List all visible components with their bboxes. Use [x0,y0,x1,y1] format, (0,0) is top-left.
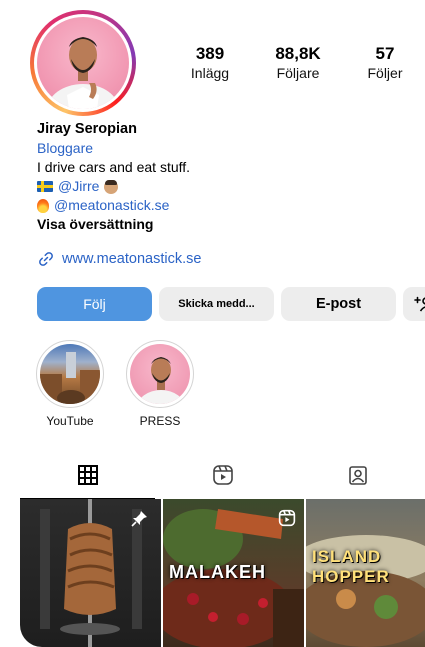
website-link[interactable]: www.meatonastick.se [37,250,201,268]
post-title: MALAKEH [169,562,266,582]
tab-tagged[interactable] [290,455,425,495]
pin-icon [131,511,147,527]
highlight-youtube-image [40,344,100,404]
tab-reels[interactable] [155,455,290,495]
profile-avatar-ring[interactable] [30,10,136,116]
posts-stat[interactable]: 389 Inlägg [170,44,250,82]
profile-header: 389 Inlägg 88,8K Följare 57 Följer [0,0,425,120]
followers-count: 88,8K [275,44,321,63]
reel-indicator-icon [278,509,296,527]
followers-label: Följare [276,65,320,81]
highlight-youtube[interactable]: YouTube [35,340,105,428]
memoji-icon [104,179,119,194]
tab-posts-grid[interactable] [20,455,155,495]
bio-jirre-row: @Jirre [37,177,417,196]
message-button[interactable]: Skicka medd... [159,287,274,321]
profile-tabs [20,455,425,499]
followers-stat[interactable]: 88,8K Följare [258,44,338,82]
highlight-press-label: PRESS [139,414,181,428]
reels-icon [212,465,233,485]
fire-icon [37,198,49,213]
mention-jirre[interactable]: @Jirre [58,177,99,196]
profile-stats: 389 Inlägg 88,8K Följare 57 Följer [170,44,425,94]
website-text: www.meatonastick.se [62,251,202,267]
post-tile[interactable]: ISLAND HOPPER [306,499,425,647]
grid-icon [77,465,98,485]
following-label: Följer [367,65,403,81]
story-highlights: YouTube PRESS [35,340,195,428]
bio-text: I drive cars and eat stuff. [37,159,191,175]
person-avatar-image [47,37,119,109]
profile-name: Jiray Seropian [37,121,137,137]
post-tile[interactable]: MALAKEH [163,499,304,647]
posts-grid: MALAKEH ISLAND HOPPER [20,499,425,647]
add-user-button[interactable] [403,287,425,321]
post-tile[interactable] [20,499,161,647]
following-count: 57 [375,44,395,63]
translate-link[interactable]: Visa översättning [37,215,417,234]
link-icon [39,252,53,266]
sweden-flag-icon [37,181,53,192]
profile-actions: Följ Skicka medd... E-post [37,287,425,321]
follow-button[interactable]: Följ [37,287,152,321]
bio-meat-row: @meatonastick.se [37,196,417,215]
highlight-press[interactable]: PRESS [125,340,195,428]
posts-label: Inlägg [190,65,230,81]
following-stat[interactable]: 57 Följer [345,44,425,82]
add-user-icon [414,296,425,312]
highlight-press-image [130,344,190,404]
tagged-icon [348,466,367,485]
profile-bio: Jiray Seropian Bloggare I drive cars and… [37,120,417,234]
avatar [37,17,129,109]
profile-category[interactable]: Bloggare [37,139,417,158]
highlight-youtube-label: YouTube [46,414,94,428]
posts-count: 389 [195,44,225,63]
mention-meatonastick[interactable]: @meatonastick.se [54,196,169,215]
email-button[interactable]: E-post [281,287,396,321]
post-title: ISLAND HOPPER [312,547,390,586]
